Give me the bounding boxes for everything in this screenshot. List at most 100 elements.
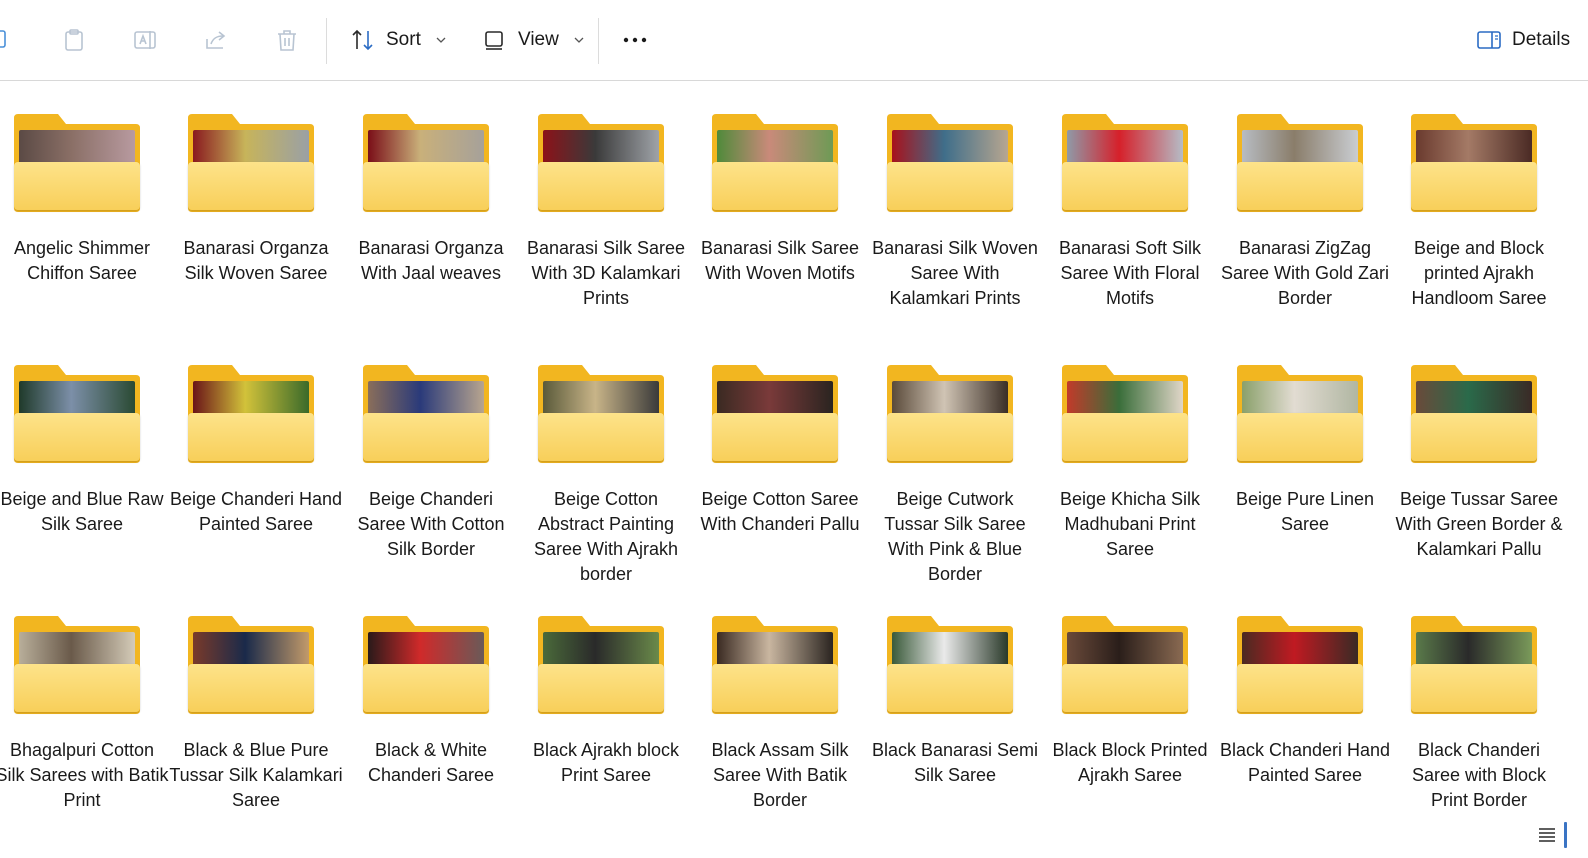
folder-name: Banarasi Silk Saree With Woven Motifs (700, 238, 860, 283)
folder-item[interactable]: Beige Tussar Saree With Green Border & K… (1392, 333, 1566, 583)
folder-front (712, 162, 838, 210)
folder-grid: Angelic Shimmer Chiffon Saree Banarasi Or… (0, 82, 1588, 820)
folder-icon (1237, 614, 1363, 714)
folder-item[interactable]: Banarasi Silk Saree With 3D Kalamkari Pr… (519, 82, 693, 332)
folder-item[interactable]: Beige Chanderi Hand Painted Saree (169, 333, 343, 583)
folder-thumbnail (717, 130, 833, 166)
folder-name: Beige Chanderi Hand Painted Saree (169, 489, 343, 534)
folder-name: Black Banarasi Semi Silk Saree (871, 740, 1039, 785)
folder-icon (712, 112, 838, 212)
folder-name: Beige Chanderi Saree With Cotton Silk Bo… (357, 489, 505, 559)
folder-thumbnail (193, 381, 309, 417)
folder-thumbnail (19, 632, 135, 668)
grid-view-toggle[interactable] (1564, 822, 1567, 848)
folder-thumbnail (892, 381, 1008, 417)
folder-front (538, 413, 664, 461)
folder-item[interactable]: Banarasi Silk Woven Saree With Kalamkari… (868, 82, 1042, 332)
folder-icon (712, 363, 838, 463)
sort-button[interactable]: Sort (350, 22, 447, 58)
folder-icon (1411, 112, 1537, 212)
folder-item[interactable]: Beige and Block printed Ajrakh Handloom … (1392, 82, 1566, 332)
folder-name: Bhagalpuri Cotton Silk Sarees with Batik… (0, 740, 169, 810)
folder-item[interactable]: Banarasi ZigZag Saree With Gold Zari Bor… (1218, 82, 1392, 332)
folder-icon (538, 363, 664, 463)
folder-name: Banarasi Organza With Jaal weaves (358, 238, 504, 283)
folder-thumbnail (1067, 130, 1183, 166)
folder-icon (14, 614, 140, 714)
folder-name: Beige and Block printed Ajrakh Handloom … (1411, 238, 1547, 308)
folder-thumbnail (543, 130, 659, 166)
folder-icon (1411, 614, 1537, 714)
folder-item[interactable]: Black Assam Silk Saree With Batik Border (693, 584, 867, 820)
folder-icon (1062, 614, 1188, 714)
folder-item[interactable]: Bhagalpuri Cotton Silk Sarees with Batik… (0, 584, 169, 820)
view-button[interactable]: View (482, 22, 585, 58)
folder-front (887, 162, 1013, 210)
folder-thumbnail (368, 632, 484, 668)
folder-thumbnail (892, 130, 1008, 166)
folder-item[interactable]: Beige Chanderi Saree With Cotton Silk Bo… (344, 333, 518, 583)
folder-icon (363, 614, 489, 714)
list-view-icon[interactable] (1536, 824, 1558, 846)
folder-icon (188, 363, 314, 463)
folder-thumbnail (1416, 632, 1532, 668)
folder-thumbnail (1242, 130, 1358, 166)
folder-name: Banarasi Organza Silk Woven Saree (183, 238, 329, 283)
paste-icon[interactable] (60, 26, 88, 54)
folder-icon (14, 112, 140, 212)
folder-item[interactable]: Beige Cotton Saree With Chanderi Pallu (693, 333, 867, 583)
toolbar-separator (326, 18, 327, 64)
folder-thumbnail (368, 130, 484, 166)
folder-icon (1411, 363, 1537, 463)
folder-item[interactable]: Banarasi Silk Saree With Woven Motifs (693, 82, 867, 332)
folder-item[interactable]: Beige Khicha Silk Madhubani Print Saree (1043, 333, 1217, 583)
folder-item[interactable]: Banarasi Organza With Jaal weaves (344, 82, 518, 332)
rename-icon[interactable] (131, 26, 159, 54)
folder-front (363, 162, 489, 210)
folder-thumbnail (1067, 632, 1183, 668)
folder-front (1411, 664, 1537, 712)
folder-thumbnail (193, 632, 309, 668)
folder-front (1411, 162, 1537, 210)
details-button[interactable]: Details (1476, 22, 1570, 58)
folder-item[interactable]: Banarasi Soft Silk Saree With Floral Mot… (1043, 82, 1217, 332)
folder-item[interactable]: Black Ajrakh block Print Saree (519, 584, 693, 820)
folder-item[interactable]: Angelic Shimmer Chiffon Saree (0, 82, 169, 332)
folder-icon (887, 363, 1013, 463)
folder-thumbnail (1242, 632, 1358, 668)
folder-front (188, 664, 314, 712)
folder-item[interactable]: Beige Cotton Abstract Painting Saree Wit… (519, 333, 693, 584)
command-bar: Sort View Details (0, 0, 1588, 81)
folder-item[interactable]: Beige and Blue Raw Silk Saree (0, 333, 169, 583)
folder-item[interactable]: Black Chanderi Saree with Block Print Bo… (1392, 584, 1566, 820)
folder-item[interactable]: Black & Blue Pure Tussar Silk Kalamkari … (169, 584, 343, 820)
folder-front (363, 664, 489, 712)
folder-item[interactable]: Black Chanderi Hand Painted Saree (1218, 584, 1392, 820)
folder-icon (363, 112, 489, 212)
folder-front (188, 413, 314, 461)
folder-item[interactable]: Black Block Printed Ajrakh Saree (1043, 584, 1217, 820)
folder-front (1411, 413, 1537, 461)
folder-name: Angelic Shimmer Chiffon Saree (13, 238, 151, 283)
copy-icon[interactable] (0, 26, 14, 54)
folder-thumbnail (1067, 381, 1183, 417)
more-icon[interactable] (621, 26, 649, 54)
folder-item[interactable]: Banarasi Organza Silk Woven Saree (169, 82, 343, 332)
delete-icon[interactable] (273, 26, 301, 54)
share-icon[interactable] (202, 26, 230, 54)
folder-front (1062, 664, 1188, 712)
folder-thumbnail (717, 381, 833, 417)
folder-icon (363, 363, 489, 463)
folder-thumbnail (368, 381, 484, 417)
folder-icon (1062, 112, 1188, 212)
folder-front (887, 664, 1013, 712)
folder-name: Banarasi Silk Saree With 3D Kalamkari Pr… (526, 238, 686, 308)
folder-front (538, 664, 664, 712)
folder-item[interactable]: Beige Cutwork Tussar Silk Saree With Pin… (868, 333, 1042, 584)
folder-name: Banarasi ZigZag Saree With Gold Zari Bor… (1220, 238, 1390, 308)
folder-item[interactable]: Black Banarasi Semi Silk Saree (868, 584, 1042, 820)
folder-item[interactable]: Beige Pure Linen Saree (1218, 333, 1392, 583)
folder-item[interactable]: Black & White Chanderi Saree (344, 584, 518, 820)
folder-icon (712, 614, 838, 714)
folder-front (14, 664, 140, 712)
